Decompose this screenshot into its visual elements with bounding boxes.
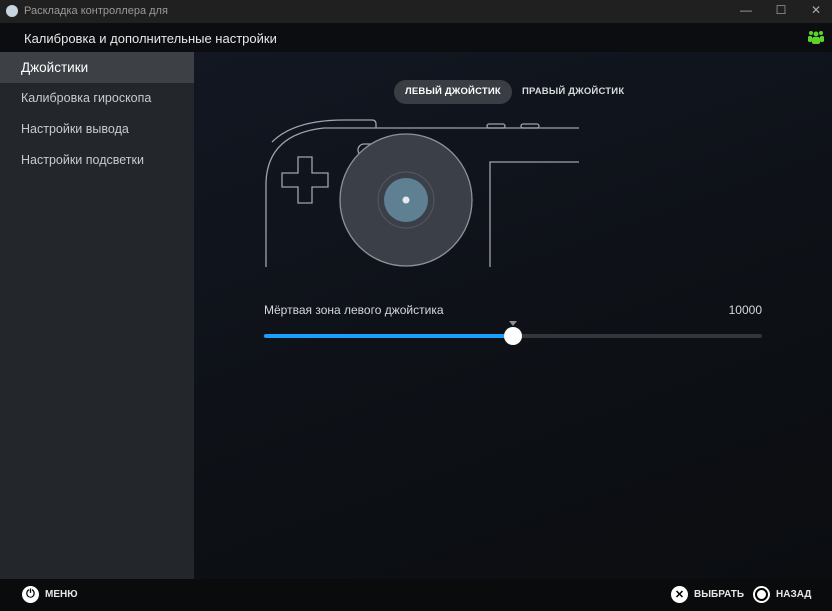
select-button[interactable]: ✕ ВЫБРАТЬ: [671, 586, 744, 603]
main-panel: ЛЕВЫЙ ДЖОЙСТИК ПРАВЫЙ ДЖОЙСТИК Мёртвая з…: [194, 52, 832, 579]
deadzone-slider[interactable]: [264, 321, 762, 345]
steam-icon: [6, 5, 18, 17]
sidebar-item-output-settings[interactable]: Настройки вывода: [0, 114, 194, 145]
title-bar: Раскладка контроллера для — ☐ ✕: [0, 0, 832, 23]
header: Калибровка и дополнительные настройки: [0, 23, 832, 52]
slider-fill: [264, 334, 513, 338]
slider-label: Мёртвая зона левого джойстика: [264, 303, 444, 317]
playstation-icon: ⏻: [22, 586, 39, 603]
back-button[interactable]: НАЗАД: [753, 586, 811, 603]
friends-icon[interactable]: [808, 30, 824, 44]
window-title: Раскладка контроллера для: [24, 5, 168, 17]
tab-right-joystick[interactable]: ПРАВЫЙ ДЖОЙСТИК: [511, 80, 635, 104]
page-title: Калибровка и дополнительные настройки: [24, 31, 277, 46]
cross-icon: ✕: [671, 586, 688, 603]
sidebar-item-gyro-calibration[interactable]: Калибровка гироскопа: [0, 83, 194, 114]
sidebar-item-joysticks[interactable]: Джойстики: [0, 52, 194, 83]
circle-icon: [753, 586, 770, 603]
sidebar-item-lighting-settings[interactable]: Настройки подсветки: [0, 145, 194, 176]
controller-illustration: [265, 119, 579, 267]
slider-value: 10000: [728, 303, 762, 317]
left-joystick-icon: [339, 133, 473, 267]
slider-thumb[interactable]: [504, 327, 522, 345]
minimize-button[interactable]: —: [736, 3, 756, 17]
close-button[interactable]: ✕: [806, 3, 826, 17]
sidebar: Джойстики Калибровка гироскопа Настройки…: [0, 52, 194, 579]
footer: ⏻ МЕНЮ ✕ ВЫБРАТЬ НАЗАД: [0, 579, 832, 611]
maximize-button[interactable]: ☐: [771, 3, 791, 17]
select-label: ВЫБРАТЬ: [694, 589, 745, 600]
tab-left-joystick[interactable]: ЛЕВЫЙ ДЖОЙСТИК: [394, 80, 512, 104]
menu-button[interactable]: ⏻ МЕНЮ: [22, 586, 78, 603]
default-marker: [509, 321, 517, 326]
back-label: НАЗАД: [776, 589, 812, 600]
menu-label: МЕНЮ: [45, 589, 78, 600]
